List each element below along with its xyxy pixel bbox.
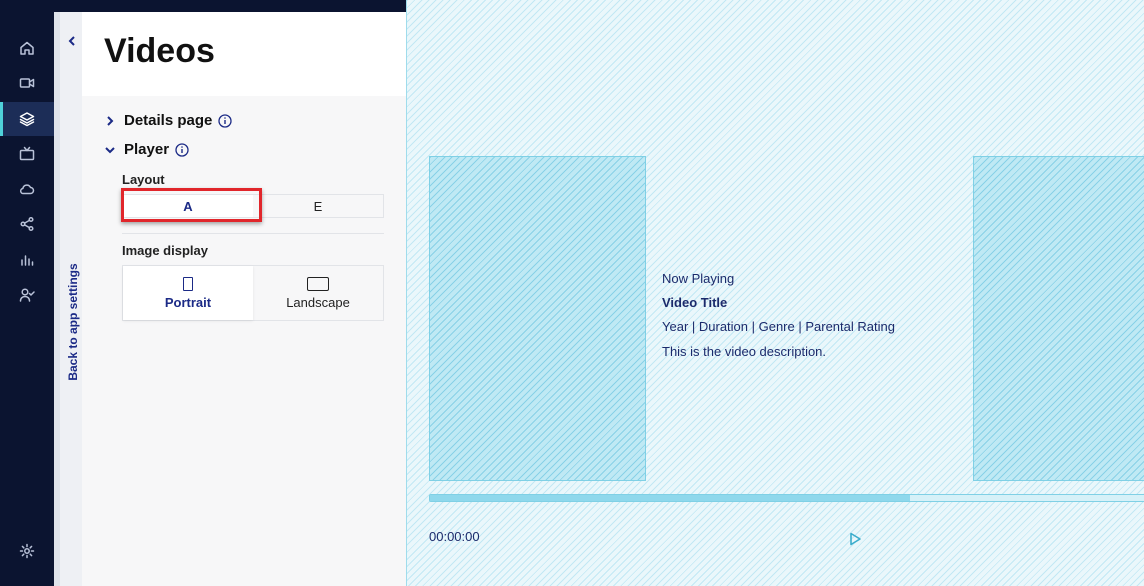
section-player[interactable]: Player	[104, 141, 189, 158]
settings-panel: Videos Details page Player Layout A E Im…	[82, 12, 406, 586]
landscape-icon	[307, 276, 329, 291]
nav-users[interactable]	[0, 278, 54, 312]
image-display-toggle: Portrait Landscape	[122, 265, 384, 321]
nav-analytics[interactable]	[0, 242, 54, 276]
layers-icon	[19, 112, 35, 127]
nav-videos[interactable]	[0, 66, 54, 100]
video-camera-icon	[19, 78, 35, 88]
progress-fill	[430, 495, 911, 501]
share-icon	[20, 216, 34, 232]
image-display-landscape[interactable]: Landscape	[253, 266, 383, 320]
section-player-label: Player	[124, 141, 170, 158]
player-preview: Now Playing Video Title Year | Duration …	[406, 0, 1144, 586]
page-title: Videos	[104, 32, 215, 70]
nav-tv[interactable]	[0, 137, 54, 171]
back-to-app-settings[interactable]: Back to app settings	[54, 12, 82, 586]
chevron-right-icon	[107, 115, 114, 126]
bar-chart-icon	[21, 255, 34, 266]
layout-option-e[interactable]: E	[253, 195, 383, 217]
video-meta-line: Year | Duration | Genre | Parental Ratin…	[662, 319, 895, 334]
back-to-app-settings-label: Back to app settings	[66, 263, 80, 381]
gear-icon	[19, 543, 35, 559]
next-poster-image	[973, 156, 1144, 481]
chevron-left-icon	[66, 34, 78, 46]
portrait-label: Portrait	[164, 294, 212, 310]
tv-icon	[19, 146, 35, 161]
info-icon[interactable]	[218, 113, 233, 128]
home-icon	[20, 41, 34, 55]
play-button[interactable]	[847, 531, 863, 547]
video-description: This is the video description.	[662, 344, 827, 359]
info-icon[interactable]	[175, 142, 189, 157]
nav-rail	[0, 0, 54, 586]
section-details-page-label: Details page	[124, 112, 213, 129]
nav-cloud[interactable]	[0, 172, 54, 206]
layout-label: Layout	[122, 172, 165, 187]
video-title: Video Title	[662, 295, 728, 310]
play-icon	[850, 532, 861, 546]
panel-header: Videos	[82, 12, 406, 96]
section-details-page[interactable]: Details page	[104, 112, 233, 129]
chevron-down-icon	[105, 146, 115, 153]
layout-option-a[interactable]: A	[123, 195, 253, 217]
nav-home[interactable]	[0, 31, 54, 65]
layout-toggle: A E	[122, 194, 384, 218]
nav-layers[interactable]	[0, 102, 54, 136]
time-display: 00:00:00	[429, 529, 480, 544]
user-check-icon	[19, 288, 35, 302]
portrait-icon	[183, 276, 193, 291]
poster-image	[429, 156, 646, 481]
nav-share[interactable]	[0, 207, 54, 241]
divider	[122, 233, 384, 234]
cloud-icon	[19, 184, 35, 195]
now-playing-label: Now Playing	[662, 271, 735, 286]
image-display-portrait[interactable]: Portrait	[123, 266, 253, 320]
landscape-label: Landscape	[286, 294, 350, 310]
progress-bar[interactable]	[429, 494, 1144, 502]
image-display-label: Image display	[122, 243, 208, 258]
nav-settings[interactable]	[0, 534, 54, 568]
